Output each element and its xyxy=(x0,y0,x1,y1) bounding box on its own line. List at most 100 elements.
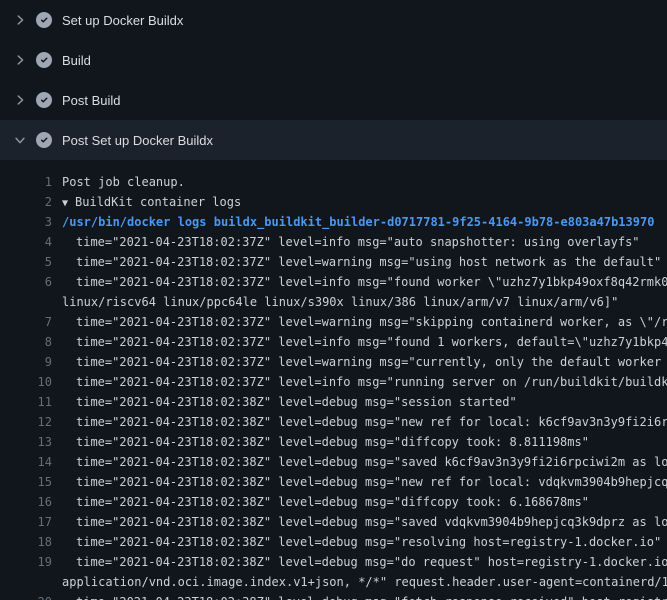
log-line: 1 Post job cleanup. xyxy=(0,172,667,192)
line-number[interactable]: 9 xyxy=(0,352,62,372)
log-text-content: time="2021-04-23T18:02:38Z" level=debug … xyxy=(76,475,667,489)
log-line[interactable]: 2 ▼BuildKit container logs xyxy=(0,192,667,212)
steps-list: Set up Docker Buildx Build P xyxy=(0,0,667,160)
log-text-content: time="2021-04-23T18:02:38Z" level=debug … xyxy=(76,395,517,409)
step-title: Post Set up Docker Buildx xyxy=(62,133,213,148)
log-area: 1 Post job cleanup. 2 ▼BuildKit containe… xyxy=(0,160,667,600)
step-row-3[interactable]: Post Set up Docker Buildx xyxy=(0,120,667,160)
line-number[interactable]: 15 xyxy=(0,472,62,492)
log-text-content: time="2021-04-23T18:02:38Z" level=debug … xyxy=(76,515,667,529)
log-line: 14 time="2021-04-23T18:02:38Z" level=deb… xyxy=(0,452,667,472)
log-text: /usr/bin/docker logs buildx_buildkit_bui… xyxy=(62,212,667,232)
log-text: application/vnd.oci.image.index.v1+json,… xyxy=(62,572,667,592)
log-text-content: time="2021-04-23T18:02:38Z" level=debug … xyxy=(76,535,661,549)
step-title: Post Build xyxy=(62,93,121,108)
log-line: 15 time="2021-04-23T18:02:38Z" level=deb… xyxy=(0,472,667,492)
log-text: time="2021-04-23T18:02:38Z" level=debug … xyxy=(62,552,667,572)
log-text-content: /usr/bin/docker logs buildx_buildkit_bui… xyxy=(62,215,654,229)
log-text-content: time="2021-04-23T18:02:37Z" level=info m… xyxy=(76,275,667,289)
line-number[interactable]: 12 xyxy=(0,412,62,432)
line-number[interactable]: 8 xyxy=(0,332,62,352)
log-line: 8 time="2021-04-23T18:02:37Z" level=info… xyxy=(0,332,667,352)
line-number[interactable]: 2 xyxy=(0,192,62,212)
chevron-icon xyxy=(12,52,28,68)
line-number[interactable]: 17 xyxy=(0,512,62,532)
log-text: time="2021-04-23T18:02:37Z" level=warnin… xyxy=(62,352,667,372)
log-text-content: time="2021-04-23T18:02:38Z" level=debug … xyxy=(76,415,667,429)
line-number[interactable]: 14 xyxy=(0,452,62,472)
log-text: Post job cleanup. xyxy=(62,172,667,192)
log-text-content: time="2021-04-23T18:02:38Z" level=debug … xyxy=(76,555,667,569)
log-text-content: time="2021-04-23T18:02:37Z" level=warnin… xyxy=(76,355,667,369)
log-text-content: time="2021-04-23T18:02:38Z" level=debug … xyxy=(76,455,667,469)
line-number[interactable]: 5 xyxy=(0,252,62,272)
line-number[interactable] xyxy=(0,572,62,592)
step-title: Build xyxy=(62,53,91,68)
log-line: 9 time="2021-04-23T18:02:37Z" level=warn… xyxy=(0,352,667,372)
log-line: application/vnd.oci.image.index.v1+json,… xyxy=(0,572,667,592)
log-line: 13 time="2021-04-23T18:02:38Z" level=deb… xyxy=(0,432,667,452)
log-text: time="2021-04-23T18:02:37Z" level=info m… xyxy=(62,372,667,392)
step-title: Set up Docker Buildx xyxy=(62,13,183,28)
line-number[interactable]: 19 xyxy=(0,552,62,572)
log-text: time="2021-04-23T18:02:37Z" level=info m… xyxy=(62,272,667,292)
log-line: 11 time="2021-04-23T18:02:38Z" level=deb… xyxy=(0,392,667,412)
log-text-content: time="2021-04-23T18:02:37Z" level=info m… xyxy=(76,335,667,349)
log-line: 12 time="2021-04-23T18:02:38Z" level=deb… xyxy=(0,412,667,432)
group-caret-icon[interactable]: ▼ xyxy=(62,198,68,209)
log-text-content: time="2021-04-23T18:02:37Z" level=warnin… xyxy=(76,315,667,329)
log-text: ▼BuildKit container logs xyxy=(62,192,667,212)
line-number[interactable]: 20 xyxy=(0,592,62,600)
log-text: time="2021-04-23T18:02:38Z" level=debug … xyxy=(62,392,667,412)
line-number[interactable]: 6 xyxy=(0,272,62,292)
log-text: time="2021-04-23T18:02:38Z" level=debug … xyxy=(62,592,667,600)
check-circle-icon xyxy=(36,12,52,28)
step-row-1[interactable]: Build xyxy=(0,40,667,80)
log-text: linux/riscv64 linux/ppc64le linux/s390x … xyxy=(62,292,667,312)
log-text: time="2021-04-23T18:02:38Z" level=debug … xyxy=(62,532,667,552)
log-line: 19 time="2021-04-23T18:02:38Z" level=deb… xyxy=(0,552,667,572)
log-line: 16 time="2021-04-23T18:02:38Z" level=deb… xyxy=(0,492,667,512)
log-line: 3 /usr/bin/docker logs buildx_buildkit_b… xyxy=(0,212,667,232)
log-text: time="2021-04-23T18:02:38Z" level=debug … xyxy=(62,452,667,472)
line-number[interactable]: 18 xyxy=(0,532,62,552)
line-number[interactable]: 16 xyxy=(0,492,62,512)
log-line: 5 time="2021-04-23T18:02:37Z" level=warn… xyxy=(0,252,667,272)
step-row-2[interactable]: Post Build xyxy=(0,80,667,120)
log-line: linux/riscv64 linux/ppc64le linux/s390x … xyxy=(0,292,667,312)
line-number[interactable]: 13 xyxy=(0,432,62,452)
line-number[interactable]: 7 xyxy=(0,312,62,332)
check-circle-icon xyxy=(36,92,52,108)
log-text-content: time="2021-04-23T18:02:38Z" level=debug … xyxy=(76,495,589,509)
line-number[interactable]: 11 xyxy=(0,392,62,412)
log-text: time="2021-04-23T18:02:38Z" level=debug … xyxy=(62,492,667,512)
log-text: time="2021-04-23T18:02:38Z" level=debug … xyxy=(62,412,667,432)
log-text-content: time="2021-04-23T18:02:37Z" level=warnin… xyxy=(76,255,661,269)
log-text-content: time="2021-04-23T18:02:38Z" level=debug … xyxy=(76,435,589,449)
log-text-content: application/vnd.oci.image.index.v1+json,… xyxy=(62,575,667,589)
log-text: time="2021-04-23T18:02:37Z" level=info m… xyxy=(62,332,667,352)
log-text-content: time="2021-04-23T18:02:37Z" level=info m… xyxy=(76,235,640,249)
check-circle-icon xyxy=(36,52,52,68)
log-text-content: time="2021-04-23T18:02:38Z" level=debug … xyxy=(76,595,667,600)
line-number[interactable]: 3 xyxy=(0,212,62,232)
log-line: 10 time="2021-04-23T18:02:37Z" level=inf… xyxy=(0,372,667,392)
line-number[interactable]: 1 xyxy=(0,172,62,192)
chevron-icon xyxy=(12,92,28,108)
log-text: time="2021-04-23T18:02:38Z" level=debug … xyxy=(62,472,667,492)
log-line: 17 time="2021-04-23T18:02:38Z" level=deb… xyxy=(0,512,667,532)
line-number[interactable] xyxy=(0,292,62,312)
log-line: 18 time="2021-04-23T18:02:38Z" level=deb… xyxy=(0,532,667,552)
log-text-content: linux/riscv64 linux/ppc64le linux/s390x … xyxy=(62,295,618,309)
log-text: time="2021-04-23T18:02:37Z" level=warnin… xyxy=(62,252,667,272)
step-row-0[interactable]: Set up Docker Buildx xyxy=(0,0,667,40)
log-text: time="2021-04-23T18:02:37Z" level=info m… xyxy=(62,232,667,252)
log-line: 6 time="2021-04-23T18:02:37Z" level=info… xyxy=(0,272,667,292)
line-number[interactable]: 10 xyxy=(0,372,62,392)
log-text: time="2021-04-23T18:02:38Z" level=debug … xyxy=(62,432,667,452)
log-line: 4 time="2021-04-23T18:02:37Z" level=info… xyxy=(0,232,667,252)
line-number[interactable]: 4 xyxy=(0,232,62,252)
log-text: time="2021-04-23T18:02:38Z" level=debug … xyxy=(62,512,667,532)
workflow-log-viewer: Set up Docker Buildx Build P xyxy=(0,0,667,600)
log-line: 20 time="2021-04-23T18:02:38Z" level=deb… xyxy=(0,592,667,600)
